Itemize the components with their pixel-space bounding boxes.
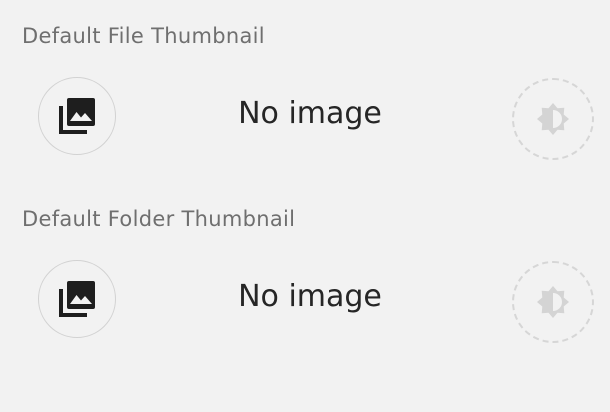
folder-thumbnail-pick-button[interactable] xyxy=(38,260,116,338)
file-thumbnail-brightness-toggle[interactable] xyxy=(512,78,594,160)
folder-thumbnail-status: No image xyxy=(238,279,382,314)
folder-thumbnail-brightness-toggle[interactable] xyxy=(512,261,594,343)
folder-thumbnail-label: Default Folder Thumbnail xyxy=(22,207,296,231)
image-gallery-icon xyxy=(59,281,95,317)
brightness-icon xyxy=(537,286,569,318)
file-thumbnail-row: No image xyxy=(0,77,610,161)
image-gallery-icon xyxy=(59,98,95,134)
file-thumbnail-status: No image xyxy=(238,96,382,131)
file-thumbnail-label: Default File Thumbnail xyxy=(22,24,265,48)
file-thumbnail-pick-button[interactable] xyxy=(38,77,116,155)
brightness-icon xyxy=(537,103,569,135)
folder-thumbnail-row: No image xyxy=(0,260,610,344)
